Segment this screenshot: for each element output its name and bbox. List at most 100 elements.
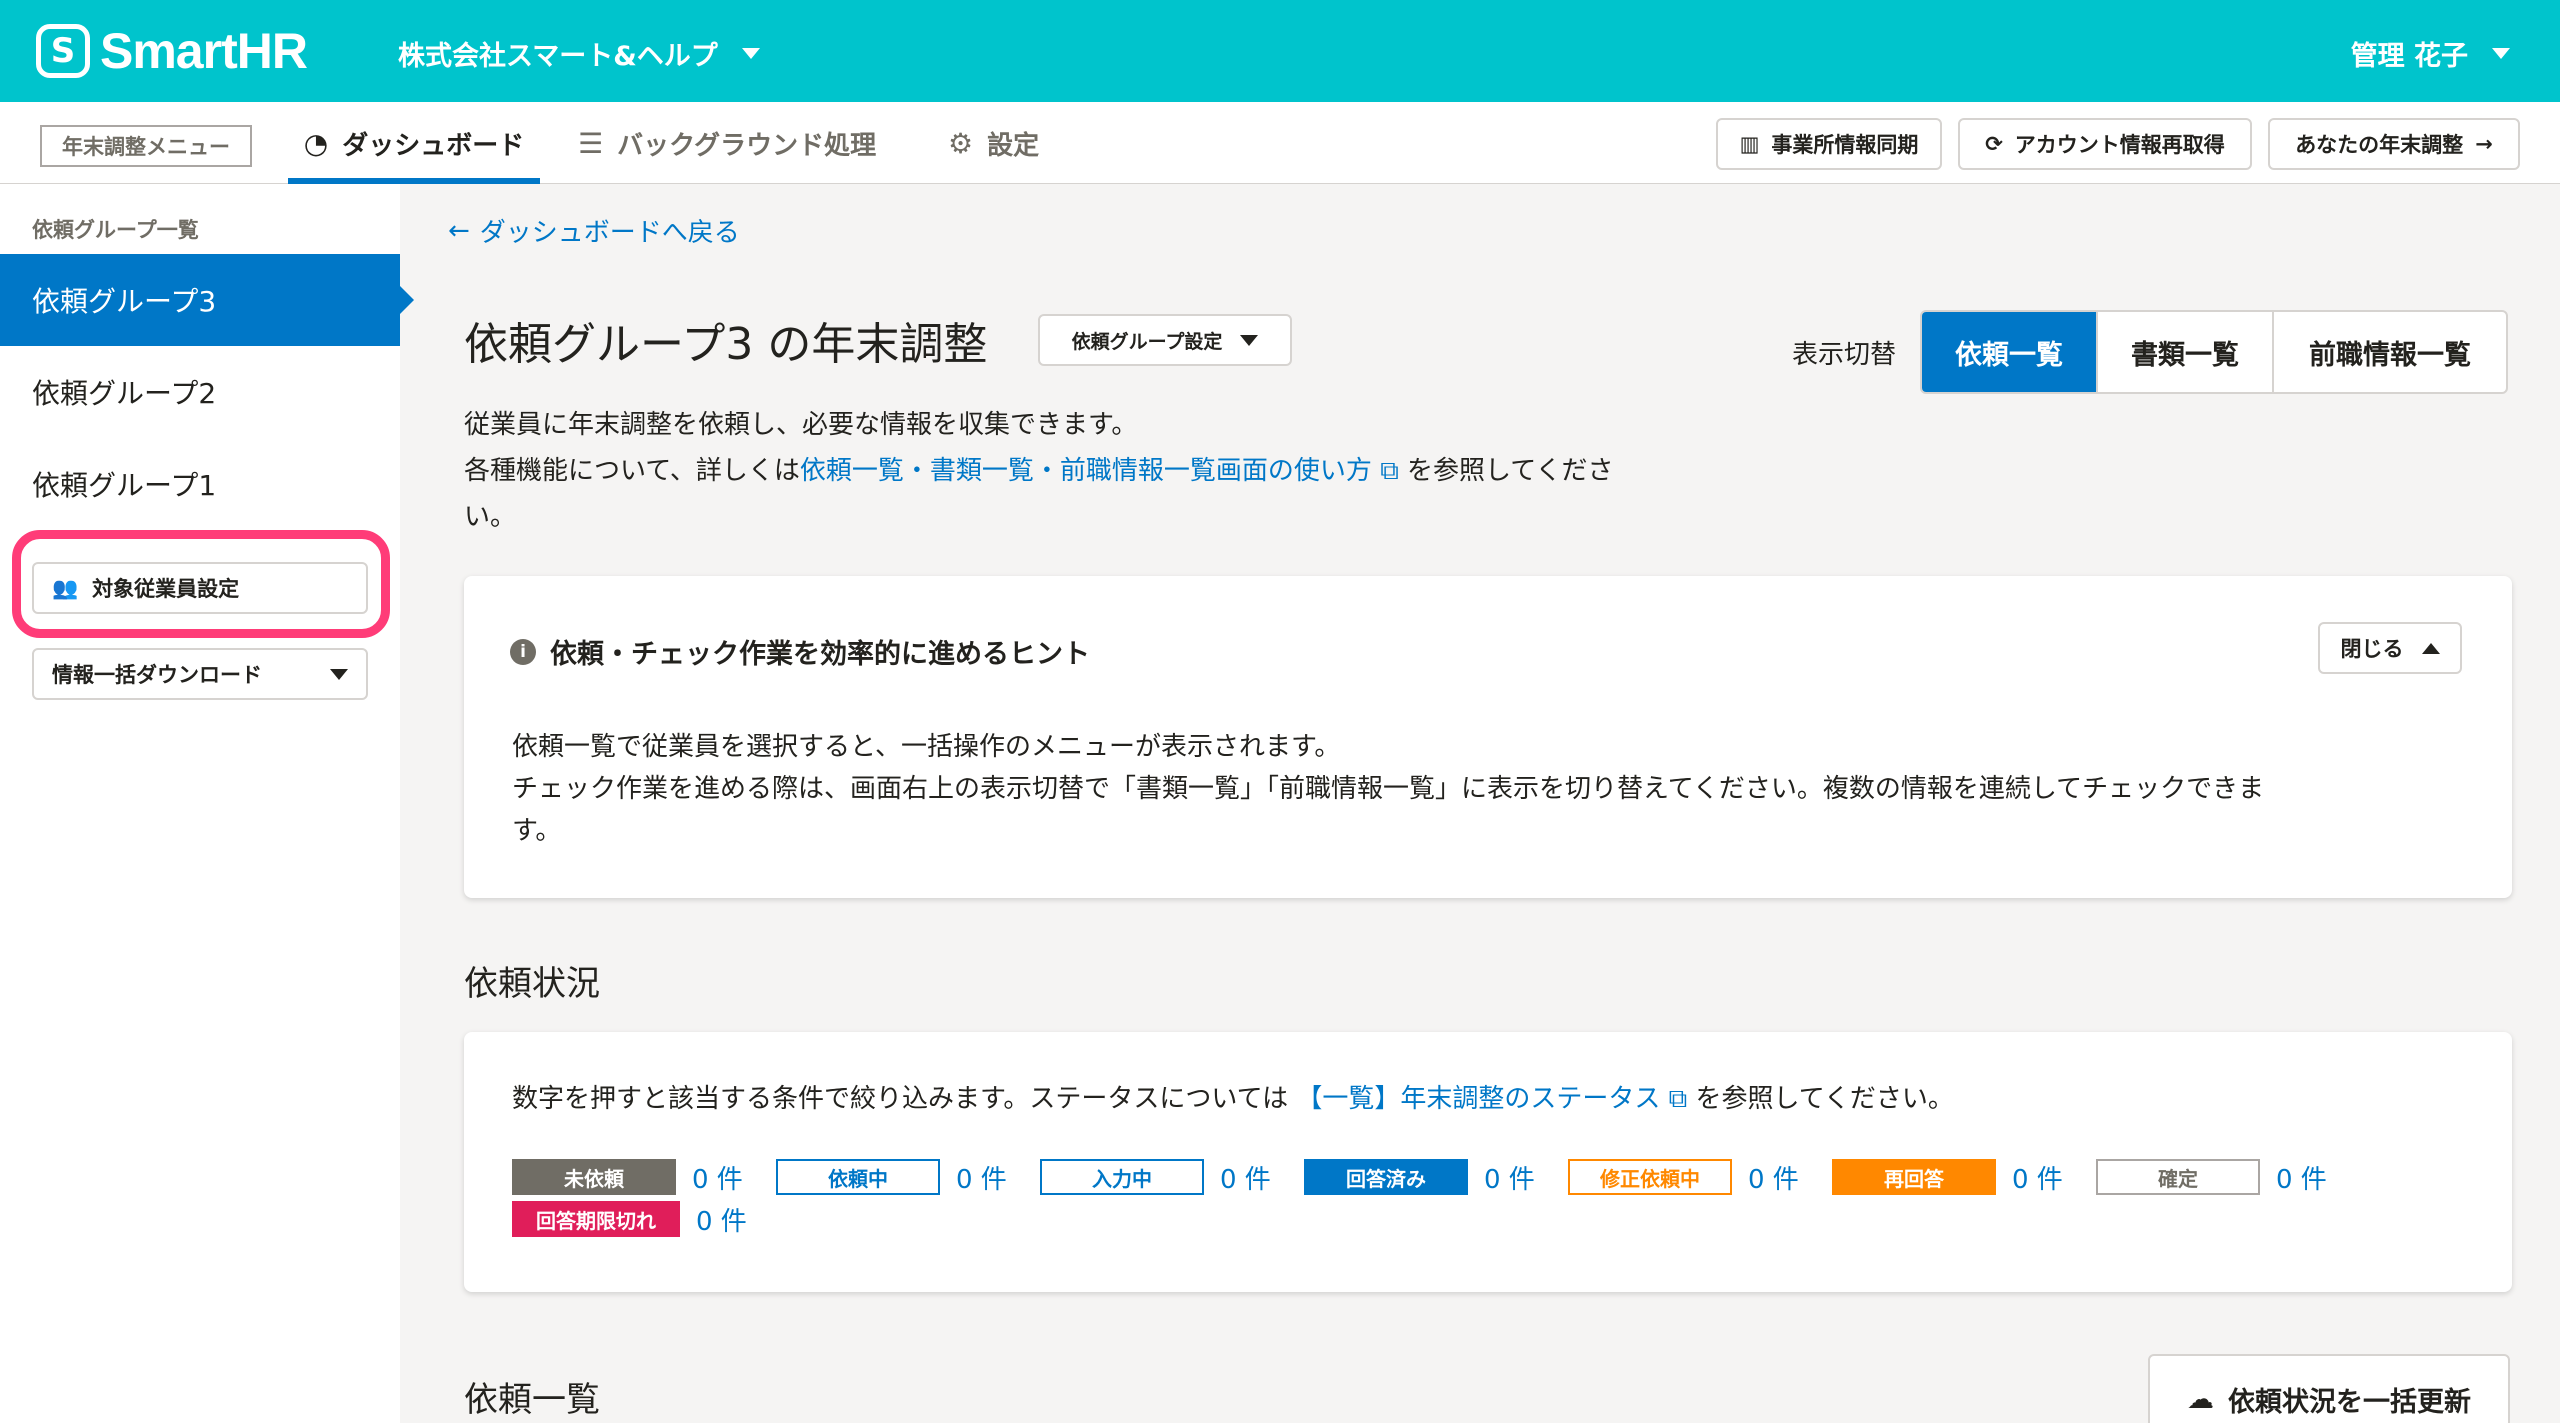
status-count-requested[interactable]: 0 件	[940, 1159, 1040, 1196]
view-switcher: 依頼一覧 書類一覧 前職情報一覧	[1920, 310, 2508, 394]
hint-panel: i 依頼・チェック作業を効率的に進めるヒント 閉じる 依頼一覧で従業員を選択する…	[464, 576, 2512, 898]
desc-line: い。	[464, 502, 517, 532]
status-count-answered[interactable]: 0 件	[1468, 1159, 1568, 1196]
close-hint-button[interactable]: 閉じる	[2318, 622, 2462, 674]
status-badge-not-requested: 未依頼	[512, 1159, 676, 1195]
view-switch-label: 表示切替	[1792, 340, 1897, 370]
menu-tag: 年末調整メニュー	[40, 125, 252, 167]
status-count-reanswered[interactable]: 0 件	[1996, 1159, 2096, 1196]
refresh-icon: ⟳	[1985, 132, 2003, 156]
tab-settings[interactable]: ⚙ 設定	[948, 102, 1039, 184]
usage-guide-link[interactable]: 依頼一覧・書類一覧・前職情報一覧画面の使い方	[800, 456, 1372, 486]
office-sync-button[interactable]: ▥ 事業所情報同期	[1716, 118, 1942, 170]
back-to-dashboard-link[interactable]: ← ダッシュボードへ戻る	[448, 212, 740, 249]
sidebar-item-group1[interactable]: 依頼グループ1	[0, 438, 400, 530]
company-name: 株式会社スマート&ヘルプ	[398, 41, 718, 72]
status-badge-requested: 依頼中	[776, 1159, 940, 1195]
link-label: ダッシュボードへ戻る	[479, 218, 740, 248]
dashboard-gauge-icon: ◔	[303, 126, 329, 160]
user-menu[interactable]: 管理 花子	[2351, 34, 2510, 73]
logo-text: SmartHR	[100, 23, 308, 79]
view-document-list[interactable]: 書類一覧	[2096, 312, 2272, 392]
sidebar: 依頼グループ一覧 依頼グループ3 依頼グループ2 依頼グループ1 👥 対象従業員…	[0, 184, 414, 1423]
sidebar-item-group3[interactable]: 依頼グループ3	[0, 254, 414, 346]
hint-title-text: 依頼・チェック作業を効率的に進めるヒント	[550, 639, 1090, 670]
bulk-download-dropdown[interactable]: 情報一括ダウンロード	[32, 648, 368, 700]
status-count-expired[interactable]: 0 件	[680, 1201, 780, 1238]
desc-text: を参照してくださ	[1407, 456, 1614, 486]
sub-navigation: 年末調整メニュー ◔ ダッシュボード ☰ バックグラウンド処理 ⚙ 設定 ▥ 事…	[0, 102, 2560, 184]
status-description: 数字を押すと該当する条件で絞り込みます。ステータスについては 【一覧】年末調整の…	[512, 1078, 1954, 1115]
gear-icon: ⚙	[948, 126, 974, 160]
view-request-list[interactable]: 依頼一覧	[1922, 312, 2096, 392]
chevron-down-icon	[1240, 334, 1259, 346]
arrow-right-icon: →	[2475, 132, 2493, 156]
database-icon: ☰	[578, 126, 604, 160]
status-badge-inputting: 入力中	[1040, 1159, 1204, 1195]
hint-line: す。	[512, 816, 562, 846]
button-label: 依頼状況を一括更新	[2228, 1386, 2471, 1418]
chevron-down-icon	[2492, 48, 2510, 59]
user-name: 管理 花子	[2350, 41, 2468, 72]
hint-line: 依頼一覧で従業員を選択すると、一括操作のメニューが表示されます。	[512, 732, 1341, 762]
request-status-panel: 数字を押すと該当する条件で絞り込みます。ステータスについては 【一覧】年末調整の…	[464, 1032, 2512, 1292]
arrow-left-icon: ←	[448, 215, 470, 246]
tab-label: バックグラウンド処理	[617, 130, 877, 161]
button-label: 情報一括ダウンロード	[52, 663, 262, 687]
chevron-up-icon	[2421, 642, 2440, 654]
view-previous-job-list[interactable]: 前職情報一覧	[2272, 312, 2506, 392]
status-badges: 未依頼 0 件 依頼中 0 件 入力中 0 件 回答済み 0 件 修正依頼中 0…	[512, 1156, 2472, 1240]
page-title: 依頼グループ3 の年末調整	[464, 319, 988, 370]
status-row: 回答期限切れ 0 件	[512, 1198, 2472, 1240]
status-badge-answered: 回答済み	[1304, 1159, 1468, 1195]
my-year-end-adjustment-button[interactable]: あなたの年末調整 →	[2268, 118, 2520, 170]
status-list-link[interactable]: 【一覧】年末調整のステータス	[1296, 1084, 1660, 1114]
account-refresh-button[interactable]: ⟳ アカウント情報再取得	[1958, 118, 2252, 170]
status-badge-confirmed: 確定	[2096, 1159, 2260, 1195]
request-status-heading: 依頼状況	[464, 964, 600, 1004]
building-icon: ▥	[1739, 132, 1760, 156]
hint-body: 依頼一覧で従業員を選択すると、一括操作のメニューが表示されます。 チェック作業を…	[512, 726, 2442, 852]
hint-title: i 依頼・チェック作業を効率的に進めるヒント	[510, 632, 1090, 671]
logo-mark-icon: S	[36, 24, 90, 78]
tab-dashboard[interactable]: ◔ ダッシュボード	[288, 102, 540, 184]
page-description: 従業員に年末調整を依頼し、必要な情報を収集できます。 各種機能について、詳しくは…	[464, 402, 1724, 540]
status-text: を参照してください。	[1695, 1084, 1954, 1114]
button-label: 閉じる	[2340, 637, 2404, 661]
top-header: S SmartHR 株式会社スマート&ヘルプ 管理 花子	[0, 0, 2560, 102]
status-count-revision-requested[interactable]: 0 件	[1732, 1159, 1832, 1196]
status-count-inputting[interactable]: 0 件	[1204, 1159, 1304, 1196]
group-settings-dropdown[interactable]: 依頼グループ設定	[1038, 314, 1292, 366]
highlight-annotation-ring	[12, 530, 390, 638]
hint-line: チェック作業を進める際は、画面右上の表示切替で「書類一覧」「前職情報一覧」に表示…	[512, 774, 2265, 804]
smarthr-logo[interactable]: S SmartHR	[36, 22, 308, 80]
external-link-icon: ⧉	[1371, 456, 1408, 486]
button-label: 依頼グループ設定	[1071, 330, 1223, 353]
external-link-icon: ⧉	[1660, 1084, 1696, 1114]
button-label: 事業所情報同期	[1771, 133, 1919, 157]
status-count-confirmed[interactable]: 0 件	[2260, 1159, 2360, 1196]
main-content: ← ダッシュボードへ戻る 依頼グループ3 の年末調整 依頼グループ設定 表示切替…	[400, 184, 2560, 1423]
chevron-down-icon	[741, 48, 760, 59]
status-count-not-requested[interactable]: 0 件	[676, 1159, 776, 1196]
status-badge-expired: 回答期限切れ	[512, 1201, 680, 1237]
desc-line: 従業員に年末調整を依頼し、必要な情報を収集できます。	[464, 410, 1138, 440]
sidebar-item-group2[interactable]: 依頼グループ2	[0, 346, 400, 438]
desc-text: 各種機能について、詳しくは	[464, 456, 800, 486]
status-text: 数字を押すと該当する条件で絞り込みます。ステータスについては	[512, 1084, 1289, 1114]
status-badge-revision-requested: 修正依頼中	[1568, 1159, 1732, 1195]
tab-label: ダッシュボード	[342, 130, 525, 161]
cloud-upload-icon: ☁	[2187, 1383, 2214, 1415]
status-row: 未依頼 0 件 依頼中 0 件 入力中 0 件 回答済み 0 件 修正依頼中 0…	[512, 1156, 2472, 1198]
company-selector[interactable]: 株式会社スマート&ヘルプ	[398, 34, 760, 73]
sidebar-title: 依頼グループ一覧	[32, 218, 199, 242]
tab-label: 設定	[987, 130, 1040, 161]
desc-line: 各種機能について、詳しくは依頼一覧・書類一覧・前職情報一覧画面の使い方 ⧉ を参…	[464, 448, 1724, 494]
tab-background-processing[interactable]: ☰ バックグラウンド処理	[578, 102, 876, 184]
bulk-update-status-button[interactable]: ☁ 依頼状況を一括更新	[2148, 1354, 2510, 1423]
request-list-heading: 依頼一覧	[464, 1380, 600, 1420]
chevron-down-icon	[330, 668, 348, 680]
button-label: あなたの年末調整	[2295, 133, 2464, 157]
info-icon: i	[510, 638, 536, 665]
status-badge-reanswered: 再回答	[1832, 1159, 1996, 1195]
